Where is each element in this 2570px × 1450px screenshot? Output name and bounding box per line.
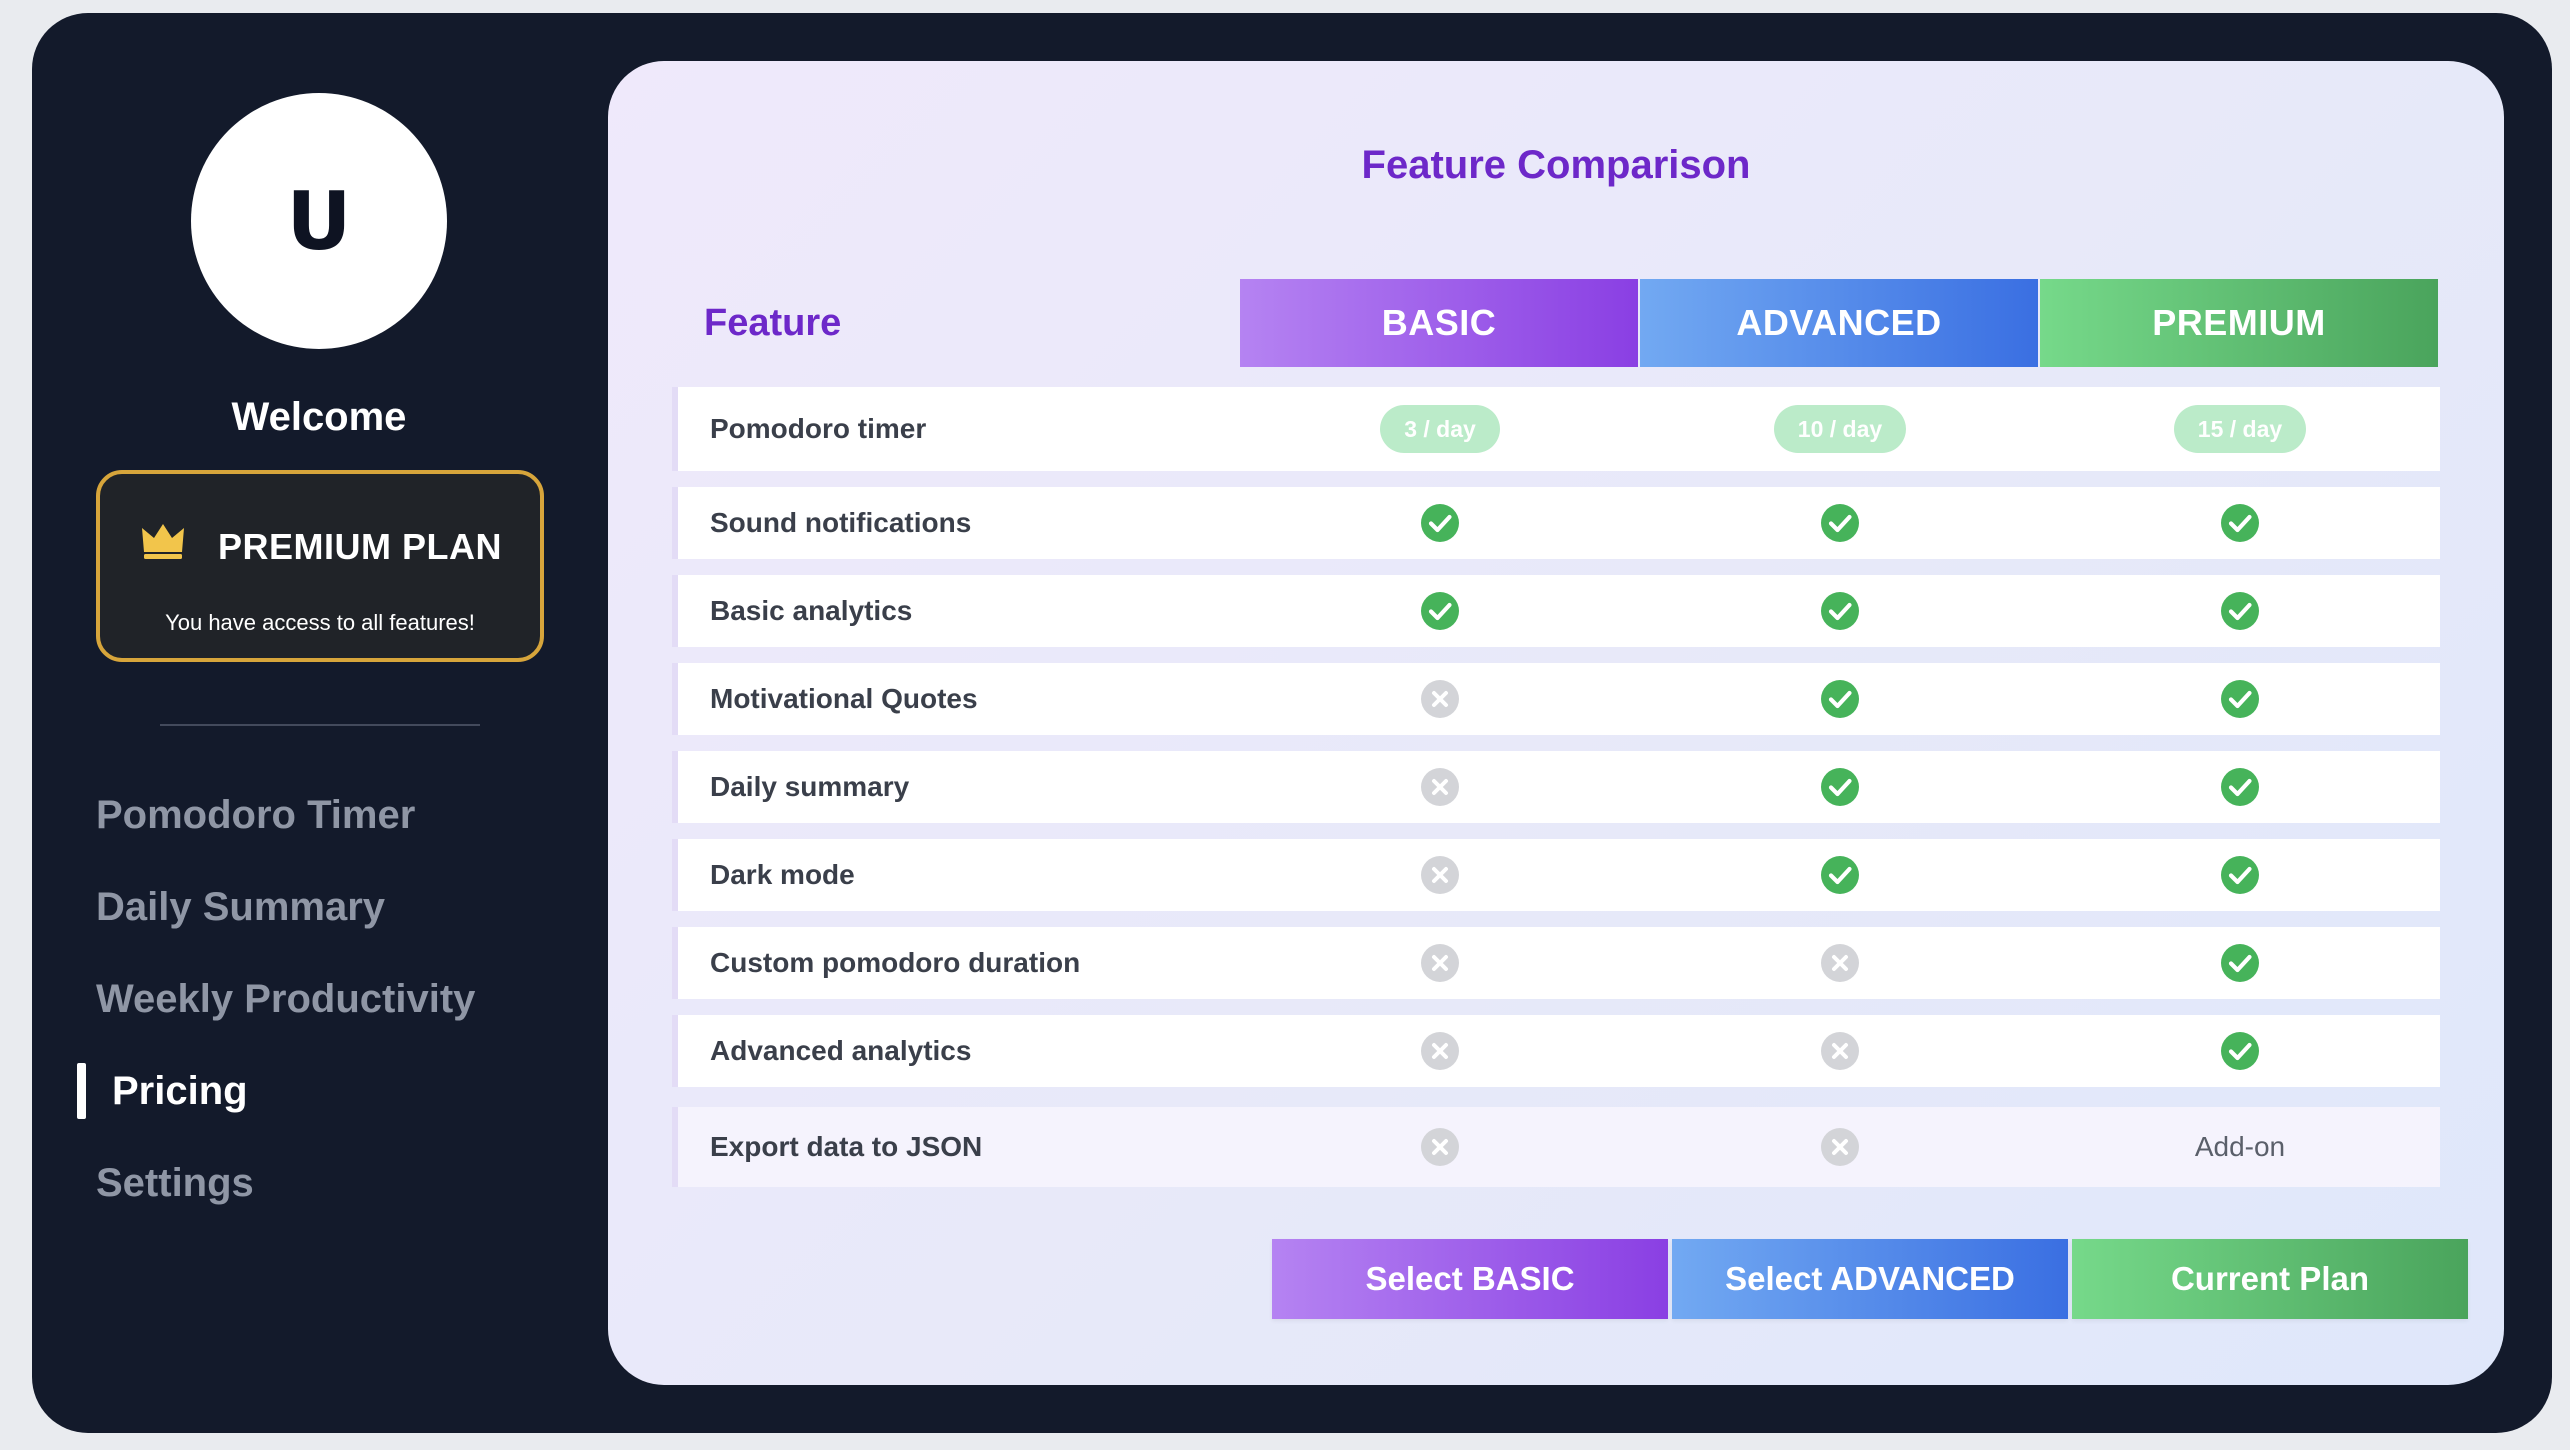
check-icon: [2219, 590, 2261, 632]
feature-label: Daily summary: [710, 771, 910, 802]
current-plan-button[interactable]: Current Plan: [2072, 1239, 2468, 1319]
plan-subtitle: You have access to all features!: [165, 610, 475, 635]
cross-icon: [1419, 678, 1461, 720]
select-basic-button[interactable]: Select BASIC: [1272, 1239, 1668, 1319]
table-row: Motivational Quotes: [672, 663, 2440, 735]
comparison-header: Feature BASIC ADVANCED PREMIUM: [672, 279, 2440, 367]
avatar[interactable]: U: [191, 93, 447, 349]
select-advanced-button[interactable]: Select ADVANCED: [1672, 1239, 2068, 1319]
check-icon: [1419, 590, 1461, 632]
check-icon: [2219, 854, 2261, 896]
cell-basic: [1240, 663, 1640, 735]
nav-item-pricing[interactable]: Pricing: [77, 1059, 248, 1123]
tier-header-basic: BASIC: [1240, 279, 1638, 367]
cell-premium: [2040, 663, 2440, 735]
table-row: Custom pomodoro duration: [672, 927, 2440, 999]
welcome-text: Welcome: [231, 395, 407, 439]
check-icon: [2219, 502, 2261, 544]
cell-basic: [1240, 839, 1640, 911]
cross-icon: [1819, 942, 1861, 984]
tier-header-advanced: ADVANCED: [1640, 279, 2038, 367]
table-row: Sound notifications: [672, 487, 2440, 559]
cell-advanced: [1640, 663, 2040, 735]
table-row: Advanced analytics: [672, 1015, 2440, 1087]
feature-label: Pomodoro timer: [710, 413, 927, 444]
cell-advanced: [1640, 1015, 2040, 1087]
cell-premium: Add-on: [2040, 1107, 2440, 1187]
cross-icon: [1419, 1030, 1461, 1072]
cross-icon: [1819, 1126, 1861, 1168]
check-icon: [2219, 766, 2261, 808]
cell-advanced: [1640, 487, 2040, 559]
table-row: Basic analytics: [672, 575, 2440, 647]
nav-item-settings[interactable]: Settings: [96, 1151, 254, 1215]
feature-label: Dark mode: [710, 859, 855, 890]
nav-item-daily-summary[interactable]: Daily Summary: [96, 875, 385, 939]
limit-badge: 3 / day: [1380, 405, 1500, 453]
cell-premium: [2040, 1015, 2440, 1087]
cell-advanced: [1640, 927, 2040, 999]
cell-premium: [2040, 927, 2440, 999]
check-icon: [2219, 942, 2261, 984]
feature-label: Custom pomodoro duration: [710, 947, 1081, 978]
cell-premium: [2040, 751, 2440, 823]
sidebar-divider: [160, 724, 480, 726]
sidebar: U Welcome PREMIUM PLAN You have access t…: [32, 13, 610, 1433]
cross-icon: [1419, 942, 1461, 984]
limit-badge: 15 / day: [2173, 405, 2307, 453]
cell-advanced: [1640, 839, 2040, 911]
limit-badge: 10 / day: [1773, 405, 1907, 453]
feature-label: Sound notifications: [710, 507, 972, 538]
cell-basic: [1240, 1107, 1640, 1187]
check-icon: [1819, 590, 1861, 632]
check-icon: [1819, 766, 1861, 808]
cross-icon: [1419, 1126, 1461, 1168]
addon-text: Add-on: [2194, 1131, 2286, 1162]
cell-advanced: [1640, 1107, 2040, 1187]
feature-label: Motivational Quotes: [710, 683, 978, 714]
feature-label: Export data to JSON: [710, 1131, 983, 1162]
page-title: Feature Comparison: [1361, 143, 1751, 187]
check-icon: [2219, 1030, 2261, 1072]
crown-icon: [140, 520, 186, 560]
cross-icon: [1419, 766, 1461, 808]
plan-card: PREMIUM PLAN You have access to all feat…: [96, 470, 544, 662]
cell-basic: [1240, 1015, 1640, 1087]
feature-label: Basic analytics: [710, 595, 913, 626]
plan-title: PREMIUM PLAN: [218, 526, 502, 567]
cell-premium: 15 / day: [2040, 387, 2440, 471]
main-panel: Feature Comparison Feature BASIC ADVANCE…: [608, 61, 2504, 1385]
cell-advanced: [1640, 575, 2040, 647]
cell-basic: 3 / day: [1240, 387, 1640, 471]
nav-item-weekly-productivity[interactable]: Weekly Productivity: [96, 967, 475, 1031]
tier-header-premium: PREMIUM: [2040, 279, 2438, 367]
table-row: Pomodoro timer 3 / day 10 / day 15 / day: [672, 387, 2440, 471]
cell-advanced: [1640, 751, 2040, 823]
cell-basic: [1240, 487, 1640, 559]
cell-basic: [1240, 575, 1640, 647]
feature-label: Advanced analytics: [710, 1035, 972, 1066]
nav-item-pomodoro-timer[interactable]: Pomodoro Timer: [96, 783, 415, 847]
check-icon: [1819, 502, 1861, 544]
cell-premium: [2040, 487, 2440, 559]
cell-basic: [1240, 751, 1640, 823]
check-icon: [1819, 854, 1861, 896]
cell-advanced: 10 / day: [1640, 387, 2040, 471]
cell-premium: [2040, 839, 2440, 911]
cross-icon: [1419, 854, 1461, 896]
cell-basic: [1240, 927, 1640, 999]
cell-premium: [2040, 575, 2440, 647]
check-icon: [2219, 678, 2261, 720]
cross-icon: [1819, 1030, 1861, 1072]
app-frame: U Welcome PREMIUM PLAN You have access t…: [32, 13, 2552, 1433]
table-row: Dark mode: [672, 839, 2440, 911]
feature-column-header: Feature: [704, 301, 842, 344]
check-icon: [1819, 678, 1861, 720]
table-row: Daily summary: [672, 751, 2440, 823]
table-row: Export data to JSON Add-on: [672, 1107, 2440, 1187]
check-icon: [1419, 502, 1461, 544]
